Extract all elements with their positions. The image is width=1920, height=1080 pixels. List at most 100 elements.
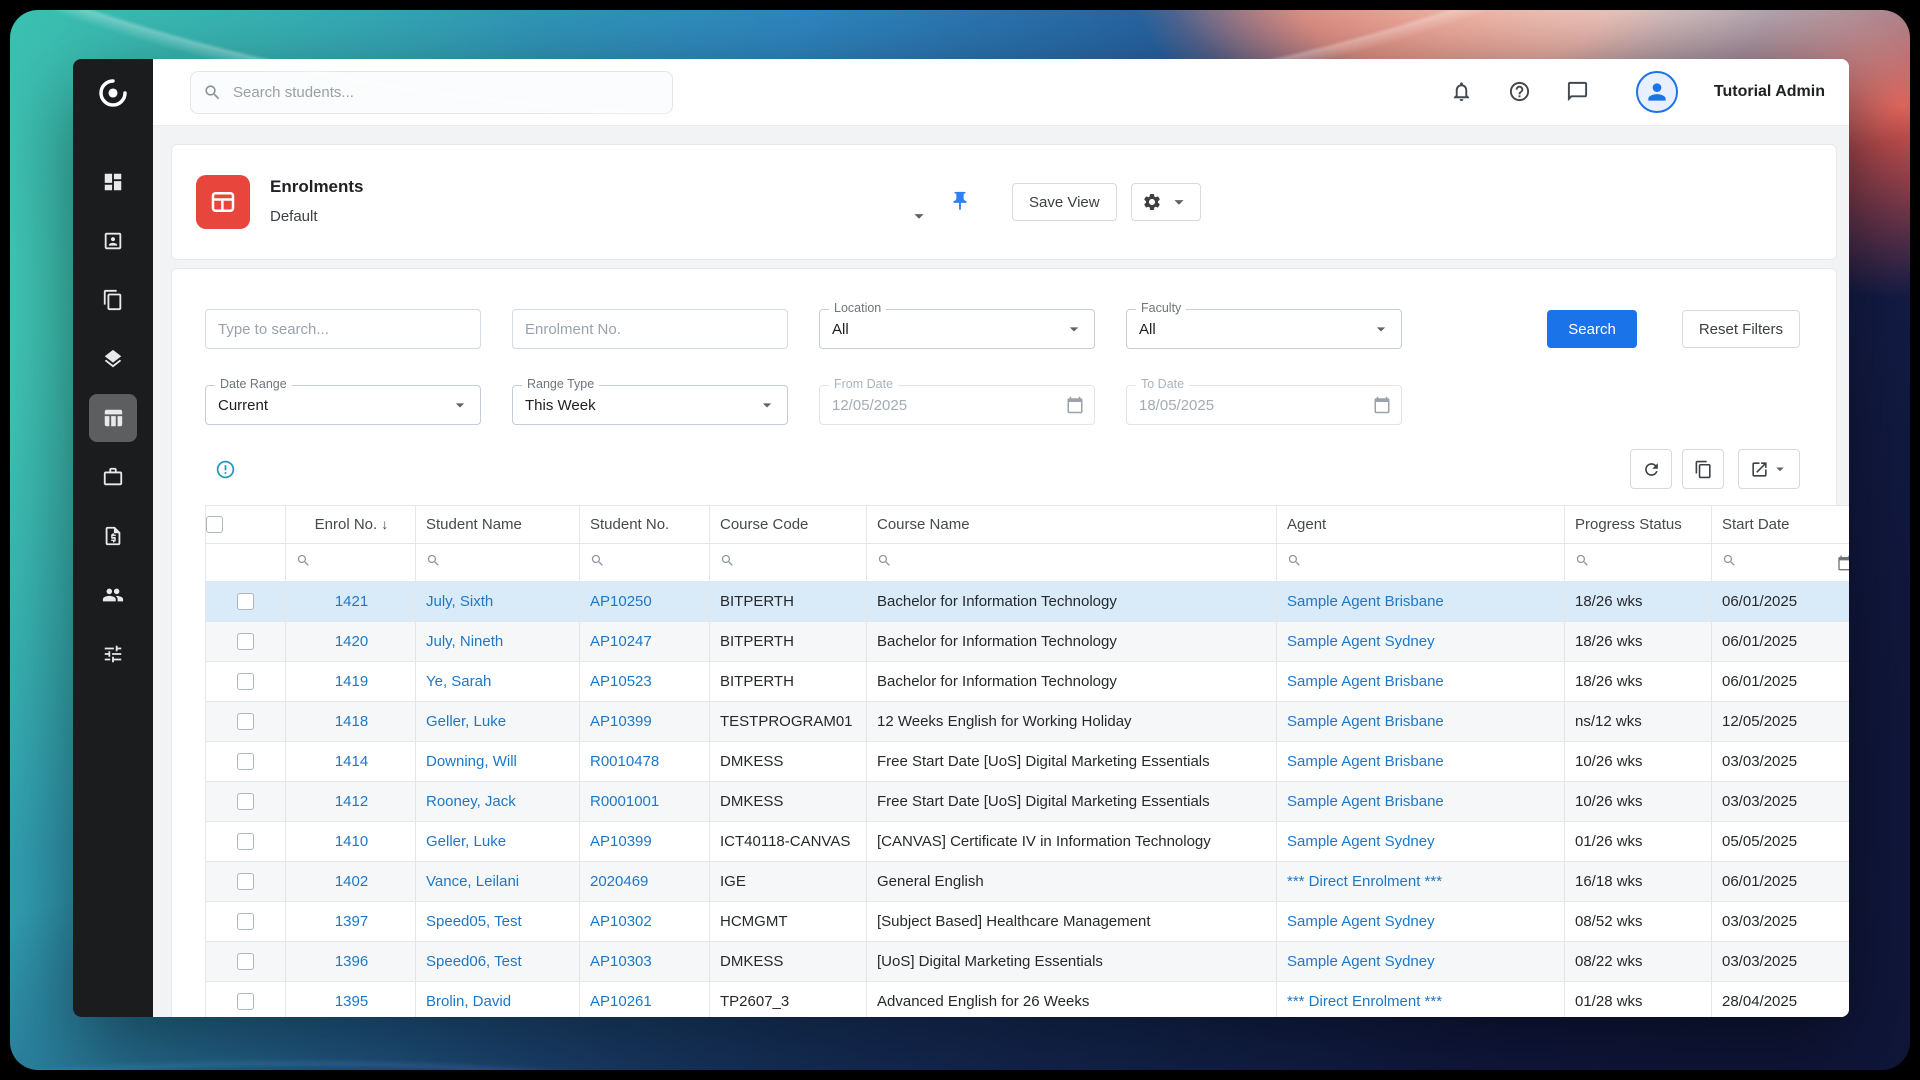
cell-student-no-link[interactable]: AP10247: [590, 633, 652, 650]
refresh-button[interactable]: [1630, 449, 1672, 489]
column-header[interactable]: Student No.: [579, 505, 710, 544]
cell-agent-link[interactable]: Sample Agent Brisbane: [1287, 753, 1444, 770]
cell-student-name-link[interactable]: July, Nineth: [426, 633, 503, 650]
cell-student-no-link[interactable]: AP10399: [590, 833, 652, 850]
table-row[interactable]: 1421 July, Sixth AP10250 BITPERTH Bachelor f…: [205, 581, 1849, 622]
info-icon[interactable]: [215, 459, 236, 480]
location-select[interactable]: Location All: [819, 301, 1095, 349]
cell-student-no-link[interactable]: AP10302: [590, 913, 652, 930]
sidebar-item-settings[interactable]: [89, 630, 137, 678]
cell-enrol-no-link[interactable]: 1412: [335, 793, 368, 810]
cell-student-name-link[interactable]: Speed06, Test: [426, 953, 522, 970]
cell-agent-link[interactable]: Sample Agent Brisbane: [1287, 713, 1444, 730]
save-view-button[interactable]: Save View: [1012, 183, 1117, 221]
column-filter[interactable]: [1711, 543, 1849, 582]
cell-student-name-link[interactable]: Brolin, David: [426, 993, 511, 1010]
table-row[interactable]: 1396 Speed06, Test AP10303 DMKESS [UoS] Digi…: [205, 941, 1849, 982]
faculty-select[interactable]: Faculty All: [1126, 301, 1402, 349]
row-checkbox[interactable]: [237, 753, 254, 771]
cell-enrol-no-link[interactable]: 1421: [335, 593, 368, 610]
cell-agent-link[interactable]: Sample Agent Sydney: [1287, 913, 1435, 930]
cell-student-name-link[interactable]: Downing, Will: [426, 753, 517, 770]
row-checkbox[interactable]: [237, 713, 254, 731]
cell-enrol-no-link[interactable]: 1410: [335, 833, 368, 850]
table-row[interactable]: 1412 Rooney, Jack R0001001 DMKESS Free Start…: [205, 781, 1849, 822]
reset-filters-button[interactable]: Reset Filters: [1681, 310, 1800, 348]
column-header[interactable]: Course Code: [709, 505, 867, 544]
table-row[interactable]: 1410 Geller, Luke AP10399 ICT40118-CANVAS [C…: [205, 821, 1849, 862]
cell-student-name-link[interactable]: Geller, Luke: [426, 833, 506, 850]
copy-button[interactable]: [1682, 449, 1724, 489]
sidebar-item-agents[interactable]: [89, 571, 137, 619]
column-header[interactable]: Student Name: [415, 505, 580, 544]
notifications-button[interactable]: [1450, 80, 1474, 104]
row-checkbox[interactable]: [237, 873, 254, 891]
cell-enrol-no-link[interactable]: 1419: [335, 673, 368, 690]
table-row[interactable]: 1419 Ye, Sarah AP10523 BITPERTH Bachelor for…: [205, 661, 1849, 702]
sidebar-item-documents[interactable]: [89, 276, 137, 324]
column-header[interactable]: Progress Status: [1564, 505, 1712, 544]
cell-agent-link[interactable]: Sample Agent Sydney: [1287, 833, 1435, 850]
select-all-checkbox[interactable]: [206, 516, 223, 534]
column-filter[interactable]: [285, 543, 416, 582]
column-header[interactable]: Enrol No. ↓: [285, 505, 416, 544]
cell-student-no-link[interactable]: AP10261: [590, 993, 652, 1010]
row-checkbox[interactable]: [237, 993, 254, 1011]
sidebar-item-enrolments[interactable]: [89, 394, 137, 442]
calendar-icon[interactable]: [1837, 555, 1849, 571]
cell-enrol-no-link[interactable]: 1396: [335, 953, 368, 970]
column-header[interactable]: Course Name: [866, 505, 1277, 544]
cell-agent-link[interactable]: *** Direct Enrolment ***: [1287, 993, 1442, 1010]
column-filter[interactable]: [579, 543, 710, 582]
row-checkbox[interactable]: [237, 673, 254, 691]
cell-student-no-link[interactable]: AP10399: [590, 713, 652, 730]
cell-student-no-link[interactable]: 2020469: [590, 873, 648, 890]
cell-student-name-link[interactable]: Ye, Sarah: [426, 673, 491, 690]
cell-enrol-no-link[interactable]: 1397: [335, 913, 368, 930]
search-input[interactable]: [190, 70, 673, 114]
range-type-select[interactable]: Range Type This Week: [512, 377, 788, 425]
select-all-header[interactable]: [205, 505, 286, 544]
cell-enrol-no-link[interactable]: 1420: [335, 633, 368, 650]
cell-student-no-link[interactable]: AP10250: [590, 593, 652, 610]
column-filter[interactable]: [415, 543, 580, 582]
table-row[interactable]: 1395 Brolin, David AP10261 TP2607_3 Advanced…: [205, 981, 1849, 1017]
cell-agent-link[interactable]: Sample Agent Brisbane: [1287, 673, 1444, 690]
column-filter[interactable]: [1276, 543, 1565, 582]
cell-student-name-link[interactable]: July, Sixth: [426, 593, 493, 610]
cell-enrol-no-link[interactable]: 1402: [335, 873, 368, 890]
user-avatar[interactable]: [1635, 71, 1678, 113]
cell-agent-link[interactable]: *** Direct Enrolment ***: [1287, 873, 1442, 890]
column-filter[interactable]: [866, 543, 1277, 582]
search-button[interactable]: Search: [1547, 310, 1637, 348]
column-header[interactable]: Agent: [1276, 505, 1565, 544]
cell-student-name-link[interactable]: Rooney, Jack: [426, 793, 516, 810]
sidebar-item-contacts[interactable]: [89, 217, 137, 265]
sidebar-item-courses[interactable]: [89, 335, 137, 383]
column-filter[interactable]: [1564, 543, 1712, 582]
table-row[interactable]: 1418 Geller, Luke AP10399 TESTPROGRAM01 12 W…: [205, 701, 1849, 742]
row-checkbox[interactable]: [237, 593, 254, 611]
cell-enrol-no-link[interactable]: 1395: [335, 993, 368, 1010]
sidebar-item-finance[interactable]: [89, 512, 137, 560]
enrolment-no-input[interactable]: [512, 309, 788, 349]
table-row[interactable]: 1402 Vance, Leilani 2020469 IGE General Engl…: [205, 861, 1849, 902]
row-checkbox[interactable]: [237, 913, 254, 931]
sidebar-item-employers[interactable]: [89, 453, 137, 501]
pin-view-button[interactable]: [948, 190, 972, 214]
table-row[interactable]: 1397 Speed05, Test AP10302 HCMGMT [Subject B…: [205, 901, 1849, 942]
text-search-input[interactable]: [205, 309, 481, 349]
export-button[interactable]: [1738, 449, 1800, 489]
view-select[interactable]: Default: [270, 205, 930, 227]
row-checkbox[interactable]: [237, 833, 254, 851]
cell-enrol-no-link[interactable]: 1418: [335, 713, 368, 730]
column-filter[interactable]: [709, 543, 867, 582]
cell-student-name-link[interactable]: Speed05, Test: [426, 913, 522, 930]
row-checkbox[interactable]: [237, 633, 254, 651]
app-logo[interactable]: [90, 70, 136, 116]
cell-agent-link[interactable]: Sample Agent Brisbane: [1287, 793, 1444, 810]
column-header[interactable]: Start Date: [1711, 505, 1849, 544]
cell-student-no-link[interactable]: AP10523: [590, 673, 652, 690]
cell-student-no-link[interactable]: AP10303: [590, 953, 652, 970]
cell-agent-link[interactable]: Sample Agent Sydney: [1287, 953, 1435, 970]
